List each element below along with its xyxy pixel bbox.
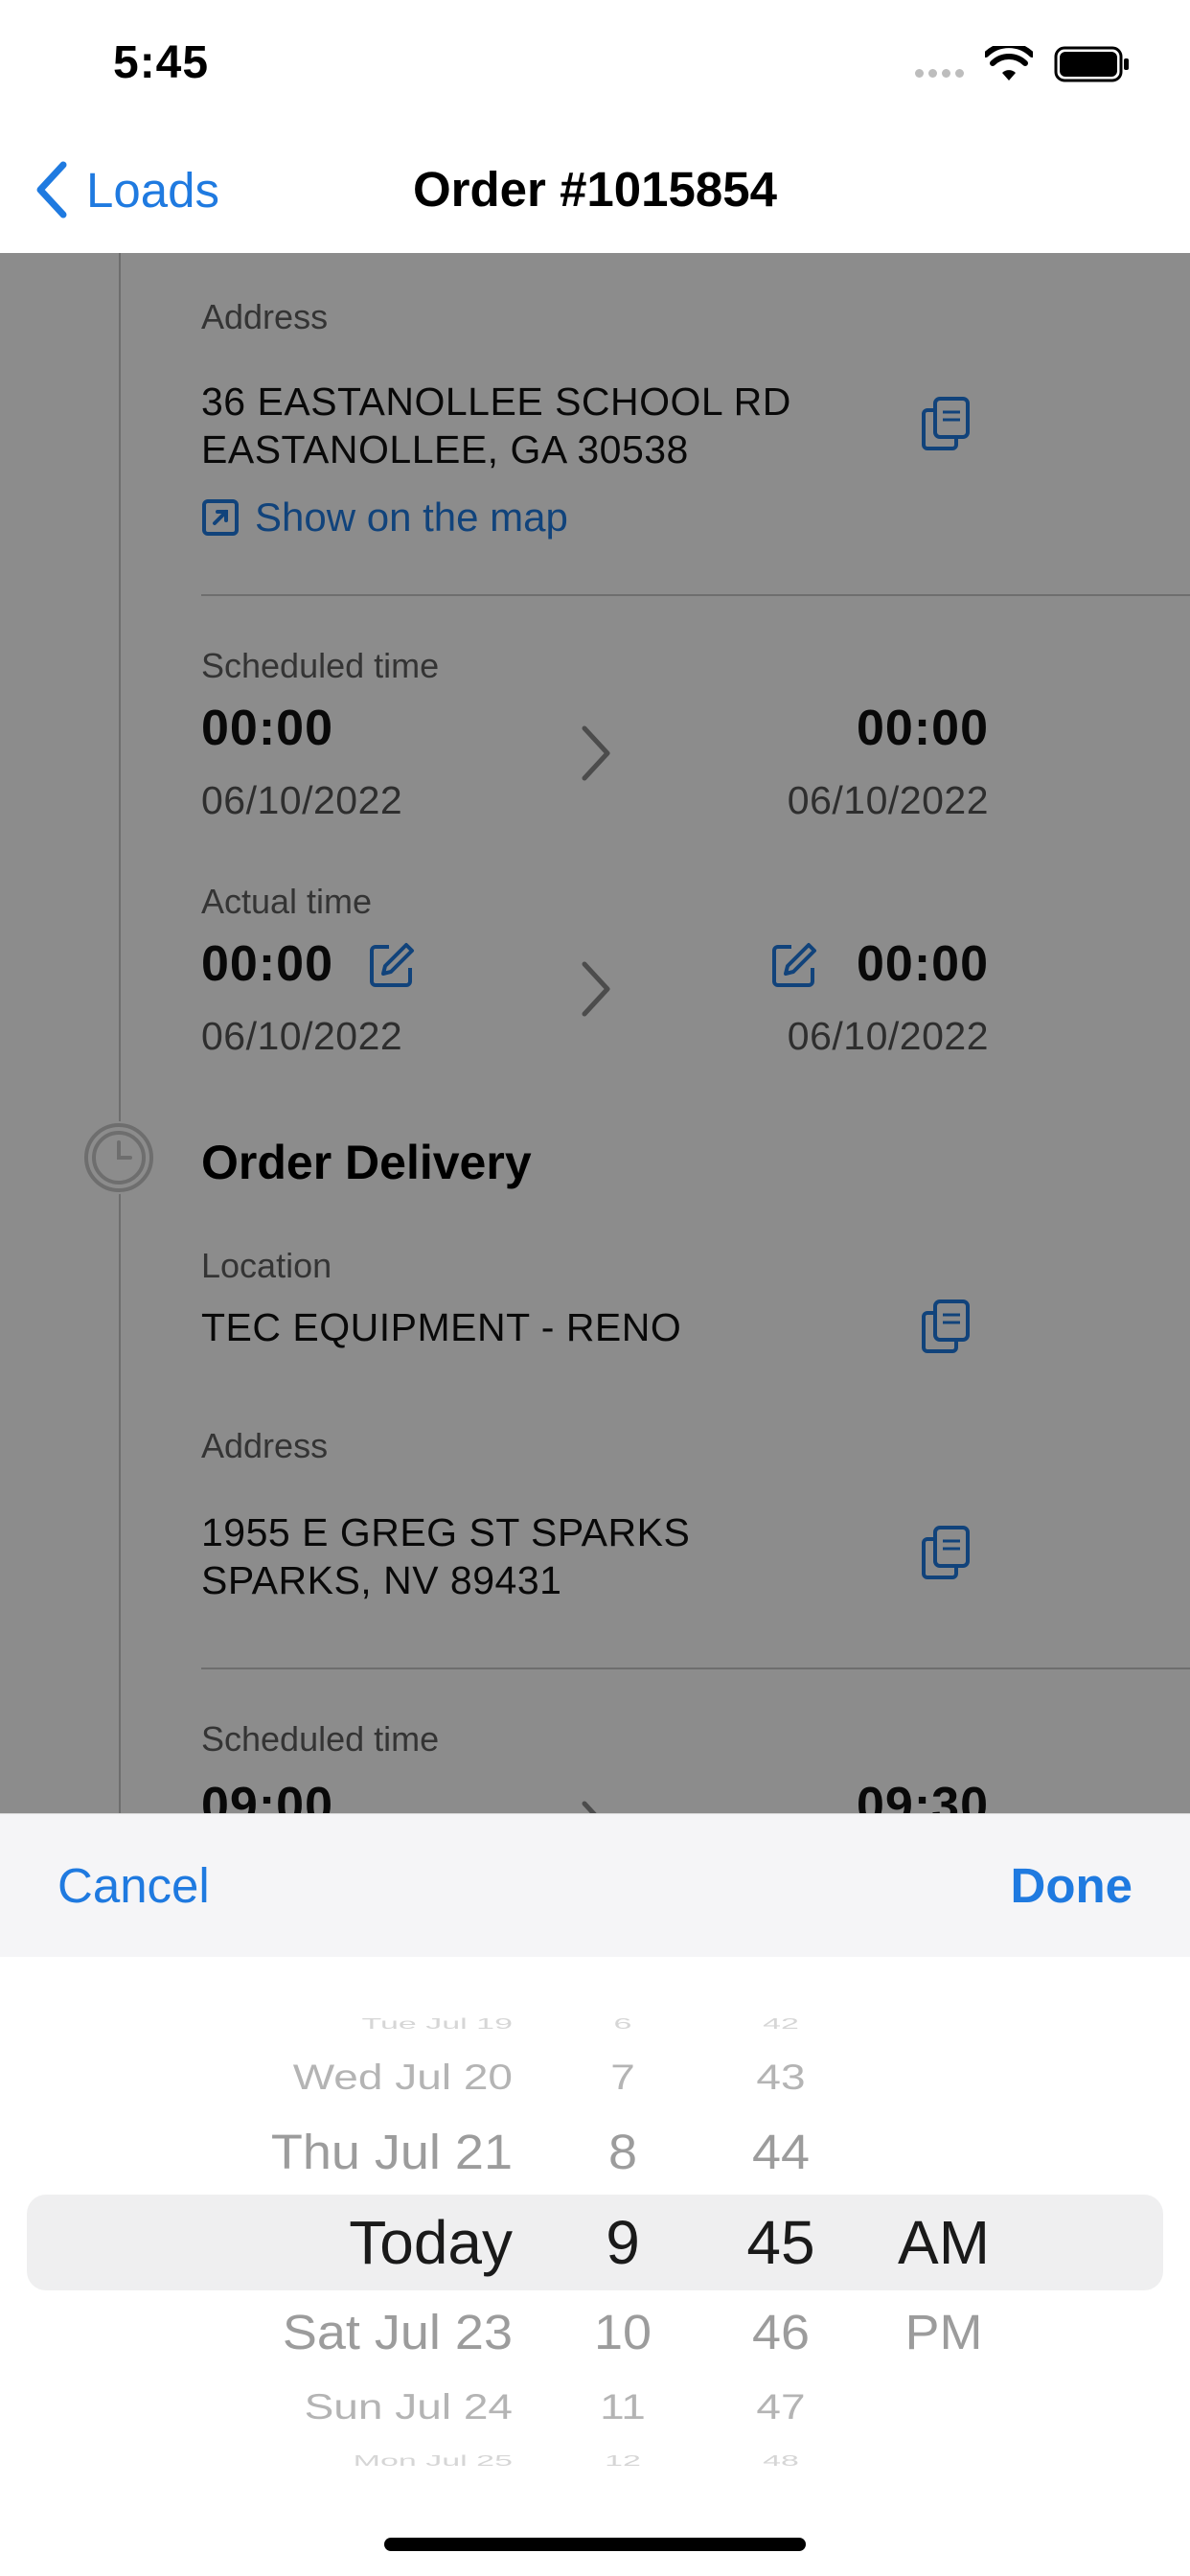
cellular-signal-icon: [915, 69, 969, 80]
done-button[interactable]: Done: [1011, 1814, 1133, 1958]
picker-date-option[interactable]: Wed Jul 20: [187, 2057, 513, 2099]
battery-icon: [1054, 46, 1129, 82]
picker-date-option[interactable]: Sat Jul 23: [187, 2303, 513, 2362]
picker-hour-option[interactable]: 8: [575, 2123, 671, 2182]
cancel-button[interactable]: Cancel: [57, 1814, 210, 1958]
picker-hour-selected[interactable]: 9: [575, 2206, 671, 2280]
home-indicator: [384, 2538, 806, 2551]
picker-date-selected[interactable]: Today: [187, 2206, 513, 2280]
picker-date-option[interactable]: Tue Jul 19: [187, 2015, 514, 2033]
picker-minute-selected[interactable]: 45: [728, 2206, 834, 2280]
picker-minute-option[interactable]: 43: [728, 2057, 834, 2099]
status-time: 5:45: [113, 37, 210, 88]
picker-toolbar: Cancel Done: [0, 1813, 1190, 1958]
back-button[interactable]: Loads: [34, 159, 219, 220]
picker-hour-option[interactable]: 12: [575, 2452, 671, 2470]
picker-date-option[interactable]: Thu Jul 21: [187, 2123, 513, 2182]
picker-hour-option[interactable]: 10: [575, 2303, 671, 2362]
picker-hour-option[interactable]: 6: [575, 2015, 671, 2033]
picker-hour-option[interactable]: 11: [575, 2386, 671, 2428]
picker-ampm-option[interactable]: PM: [881, 2303, 1006, 2362]
picker-minute-option[interactable]: 44: [728, 2123, 834, 2182]
picker-minute-option[interactable]: 42: [728, 2015, 834, 2033]
picker-minute-option[interactable]: 46: [728, 2303, 834, 2362]
picker-hour-option[interactable]: 7: [575, 2057, 671, 2099]
picker-minute-option[interactable]: 48: [728, 2452, 834, 2470]
picker-date-option[interactable]: Sun Jul 24: [187, 2386, 513, 2428]
back-button-label: Loads: [86, 162, 219, 218]
chevron-left-icon: [36, 161, 67, 218]
wifi-icon: [985, 46, 1033, 80]
picker-date-option[interactable]: Mon Jul 25: [187, 2452, 513, 2470]
modal-dim-overlay[interactable]: [0, 253, 1190, 1813]
picker-minute-option[interactable]: 47: [728, 2386, 834, 2428]
picker-ampm-selected[interactable]: AM: [881, 2206, 1006, 2280]
